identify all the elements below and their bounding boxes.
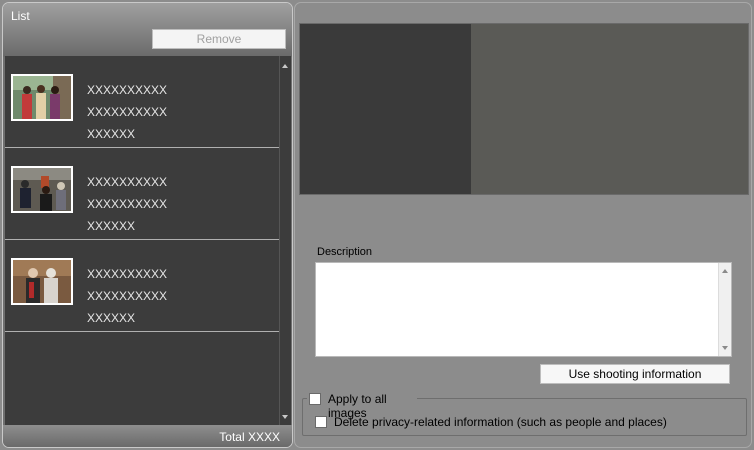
item-line-2: XXXXXXXXXX <box>87 197 168 211</box>
description-input[interactable] <box>315 262 732 357</box>
list-item[interactable]: XXXXXXXXXX XXXXXXXXXX XXXXXX <box>5 240 279 332</box>
scroll-down-arrow-icon[interactable] <box>722 346 728 350</box>
item-line-2: XXXXXXXXXX <box>87 289 168 303</box>
thumbnail-image[interactable] <box>11 258 73 305</box>
list-scrollbar[interactable] <box>279 56 291 427</box>
image-preview <box>299 23 749 195</box>
delete-privacy-checkbox[interactable] <box>315 416 327 428</box>
description-label: Description <box>317 246 373 258</box>
image-list: XXXXXXXXXX XXXXXXXXXX XXXXXX XXXXXXXXXX … <box>5 56 291 427</box>
scroll-up-arrow-icon[interactable] <box>722 269 728 273</box>
remove-button[interactable]: Remove <box>152 29 286 49</box>
list-item[interactable]: XXXXXXXXXX XXXXXXXXXX XXXXXX <box>5 148 279 240</box>
list-title: List <box>11 9 30 23</box>
thumbnail-image[interactable] <box>11 166 73 213</box>
image-list-items: XXXXXXXXXX XXXXXXXXXX XXXXXX XXXXXXXXXX … <box>5 56 279 427</box>
list-header: List Remove <box>3 3 292 57</box>
item-line-1: XXXXXXXXXX <box>87 175 168 189</box>
scroll-up-arrow-icon[interactable] <box>282 64 288 68</box>
item-line-3: XXXXXX <box>87 127 136 141</box>
list-footer: Total XXXX <box>3 425 292 447</box>
use-shooting-info-button[interactable]: Use shooting information <box>540 364 730 384</box>
item-line-1: XXXXXXXXXX <box>87 83 168 97</box>
list-panel: List Remove XXXXXXXXXX XXXXXXXXXX XXXXXX… <box>2 2 293 448</box>
detail-panel: Description Use shooting information App… <box>294 2 752 448</box>
apply-all-checkbox[interactable] <box>309 393 321 405</box>
scroll-down-arrow-icon[interactable] <box>282 415 288 419</box>
item-line-1: XXXXXXXXXX <box>87 267 168 281</box>
item-line-3: XXXXXX <box>87 219 136 233</box>
item-line-3: XXXXXX <box>87 311 136 325</box>
apply-all-row[interactable]: Apply to all images <box>307 392 417 420</box>
preview-left-area <box>300 24 471 194</box>
delete-privacy-label: Delete privacy-related information (such… <box>334 415 667 429</box>
list-item[interactable]: XXXXXXXXXX XXXXXXXXXX XXXXXX <box>5 56 279 148</box>
total-count: Total XXXX <box>219 430 280 444</box>
item-line-2: XXXXXXXXXX <box>87 105 168 119</box>
thumbnail-image[interactable] <box>11 74 73 121</box>
description-scrollbar[interactable] <box>718 263 731 356</box>
